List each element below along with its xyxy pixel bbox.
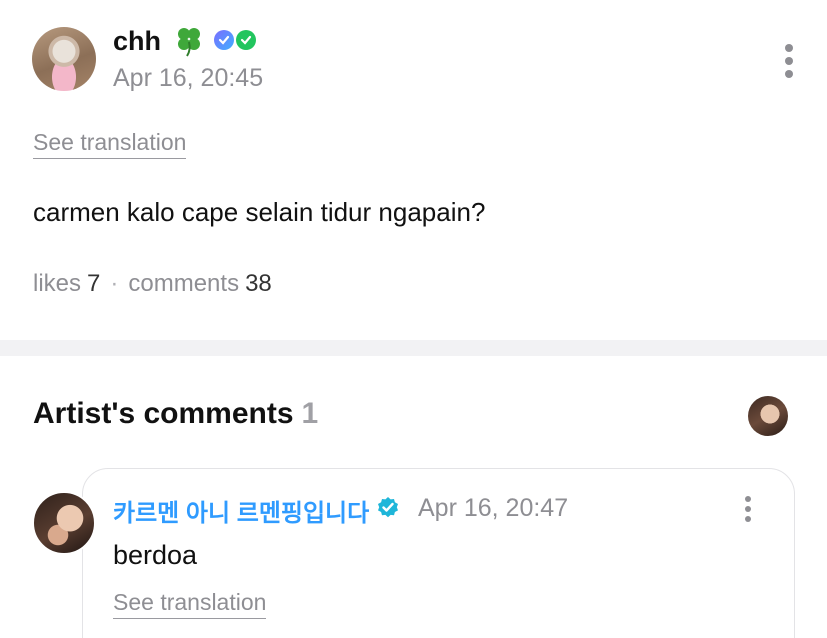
more-options-icon[interactable] <box>742 496 754 526</box>
post: chh Apr 16, 20:45 See translation carmen… <box>0 0 827 340</box>
username[interactable]: chh <box>113 26 161 57</box>
verified-icon <box>378 497 398 518</box>
post-body: carmen kalo cape selain tidur ngapain? <box>33 197 486 227</box>
four-leaf-clover-icon <box>178 28 200 57</box>
artist-avatar[interactable] <box>32 491 96 555</box>
comments-label[interactable]: comments <box>128 270 239 297</box>
artist-comment-timestamp: Apr 16, 20:47 <box>418 494 569 522</box>
likes-label[interactable]: likes <box>33 270 81 297</box>
see-translation-link[interactable]: See translation <box>113 589 267 620</box>
stats-separator: · <box>110 270 119 297</box>
comments-count[interactable]: 38 <box>245 270 272 297</box>
artist-comments-count: 1 <box>301 397 319 430</box>
artist-comments-header: Artist's comments 1 <box>33 397 318 431</box>
user-avatar[interactable] <box>32 27 96 91</box>
see-translation-link[interactable]: See translation <box>33 129 187 160</box>
membership-badge-icon <box>214 30 234 50</box>
post-stats: likes 7 · comments 38 <box>33 270 272 298</box>
artist-comment-body: berdoa <box>113 540 198 570</box>
artist-name[interactable]: 카르멘 아니 르멘핑입니다 <box>113 493 369 528</box>
artist-comments-title: Artist's comments <box>33 397 294 430</box>
section-divider <box>0 340 827 356</box>
likes-count[interactable]: 7 <box>87 270 100 297</box>
verified-green-badge-icon <box>236 30 256 50</box>
artist-avatar-small[interactable] <box>748 396 788 436</box>
post-timestamp: Apr 16, 20:45 <box>113 64 264 92</box>
more-options-icon[interactable] <box>782 44 796 84</box>
